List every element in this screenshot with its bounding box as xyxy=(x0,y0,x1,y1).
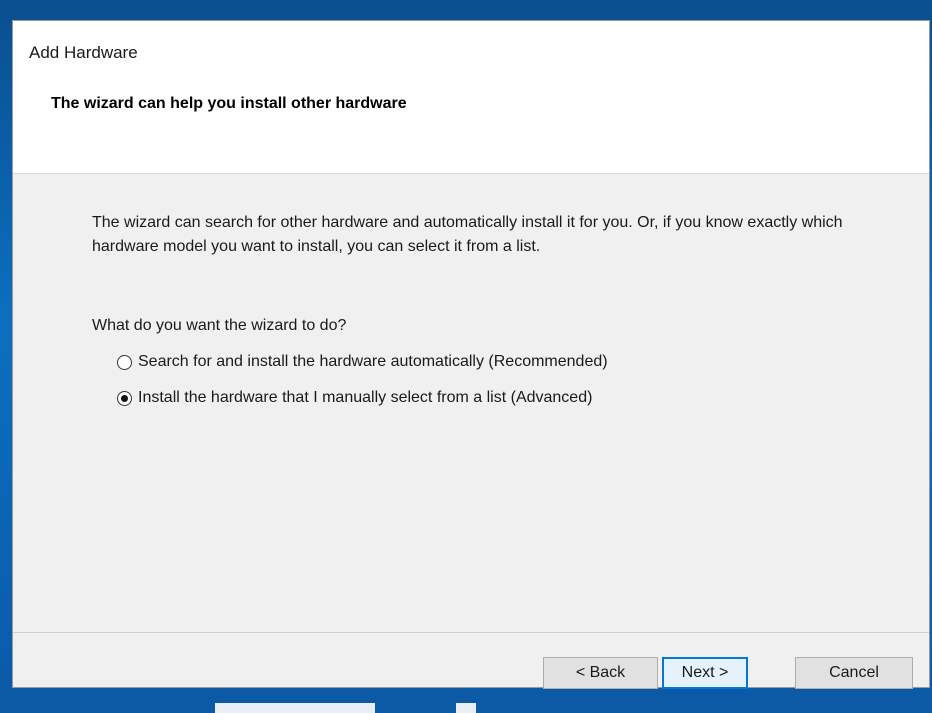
radio-checked-icon[interactable] xyxy=(117,390,132,406)
option-search-automatically-label[interactable]: Search for and install the hardware auto… xyxy=(138,353,608,371)
window-title: Add Hardware xyxy=(29,43,138,62)
next-button[interactable]: Next > xyxy=(662,657,748,689)
wizard-question: What do you want the wizard to do? xyxy=(92,317,347,334)
wizard-description: The wizard can search for other hardware… xyxy=(92,214,843,255)
cancel-button[interactable]: Cancel xyxy=(795,657,913,689)
option-manual-select[interactable]: Install the hardware that I manually sel… xyxy=(117,389,592,407)
taskbar-highlight xyxy=(215,703,375,713)
wizard-page-title: The wizard can help you install other ha… xyxy=(51,95,407,112)
wizard-header: Add Hardware The wizard can help you ins… xyxy=(13,21,929,174)
add-hardware-dialog: Add Hardware The wizard can help you ins… xyxy=(12,20,930,689)
option-search-automatically[interactable]: Search for and install the hardware auto… xyxy=(117,353,608,371)
back-button[interactable]: < Back xyxy=(543,657,658,689)
taskbar-highlight xyxy=(456,703,476,713)
option-manual-select-label[interactable]: Install the hardware that I manually sel… xyxy=(138,389,592,407)
desktop-background: Add Hardware The wizard can help you ins… xyxy=(0,0,932,713)
radio-unchecked-icon[interactable] xyxy=(117,354,132,370)
footer-divider xyxy=(13,632,929,633)
